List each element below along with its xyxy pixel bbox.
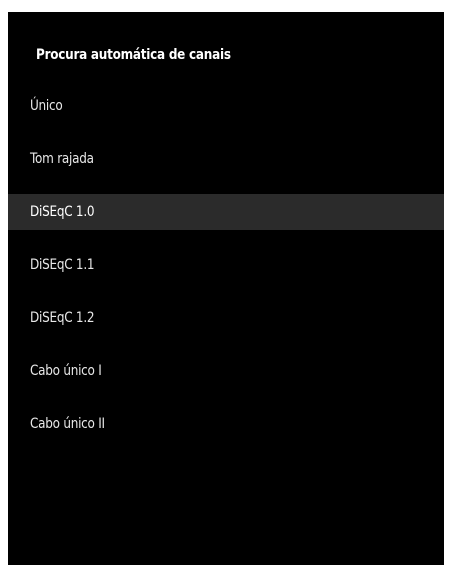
- option-tom-rajada[interactable]: Tom rajada: [8, 141, 444, 177]
- option-label: DiSEqC 1.2: [30, 310, 95, 326]
- option-label: DiSEqC 1.1: [30, 257, 95, 273]
- option-list: Único Tom rajada DiSEqC 1.0 DiSEqC 1.1 D…: [8, 88, 444, 459]
- option-label: Cabo único II: [30, 416, 105, 432]
- option-unico[interactable]: Único: [8, 88, 444, 124]
- page-title: Procura automática de canais: [36, 47, 231, 63]
- option-label: Único: [30, 98, 63, 114]
- tv-menu-screen: Procura automática de canais Único Tom r…: [8, 12, 444, 565]
- option-label: DiSEqC 1.0: [30, 204, 95, 220]
- option-cabo-unico-i[interactable]: Cabo único I: [8, 353, 444, 389]
- option-cabo-unico-ii[interactable]: Cabo único II: [8, 406, 444, 442]
- option-diseqc-1-2[interactable]: DiSEqC 1.2: [8, 300, 444, 336]
- option-label: Cabo único I: [30, 363, 102, 379]
- option-label: Tom rajada: [30, 151, 94, 167]
- option-diseqc-1-1[interactable]: DiSEqC 1.1: [8, 247, 444, 283]
- option-diseqc-1-0[interactable]: DiSEqC 1.0: [8, 194, 444, 230]
